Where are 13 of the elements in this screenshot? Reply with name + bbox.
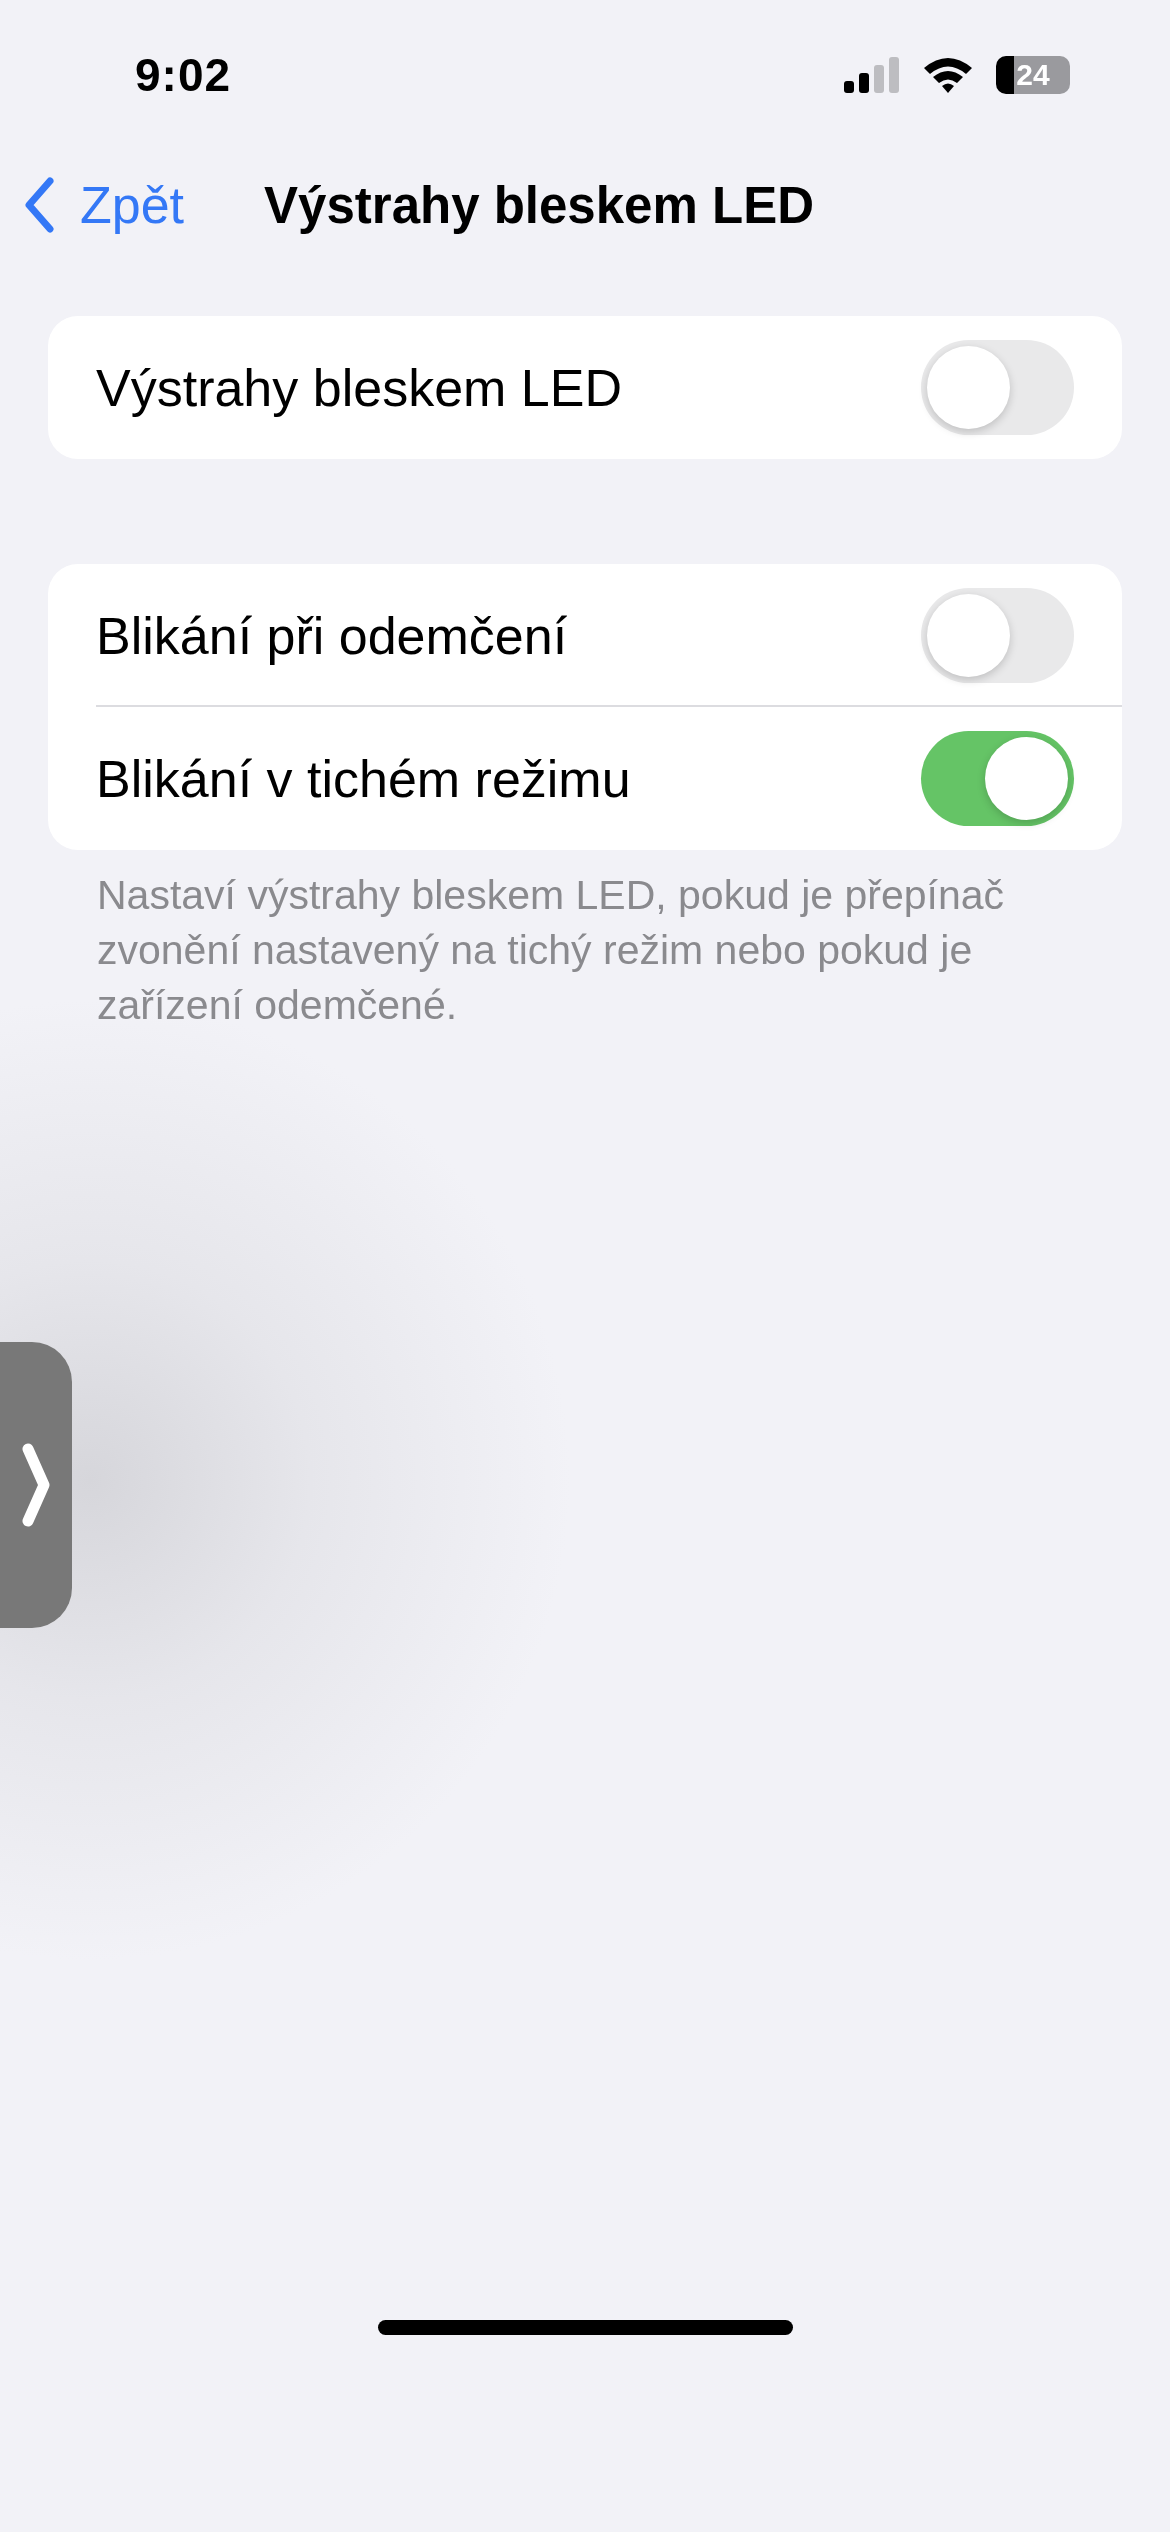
signal-icon (844, 57, 900, 93)
wifi-icon (922, 56, 974, 94)
status-time: 9:02 (135, 48, 232, 102)
setting-label: Blikání v tichém režimu (96, 748, 631, 809)
setting-label: Blikání při odemčení (96, 605, 568, 666)
back-button[interactable]: Zpět (0, 175, 185, 235)
battery-icon: 24 (996, 56, 1070, 94)
chevron-left-icon (24, 177, 54, 233)
chevron-right-icon (22, 1443, 50, 1527)
footer-note: Nastaví výstrahy bleskem LED, pokud je přepínač zvonění nastavený na tichý režim nebo pokud je zařízení odemčené. (97, 871, 1005, 1030)
setting-label: Výstrahy bleskem LED (96, 357, 622, 418)
page-title: Výstrahy bleskem LED (264, 175, 814, 235)
side-handle[interactable] (0, 1342, 72, 1628)
